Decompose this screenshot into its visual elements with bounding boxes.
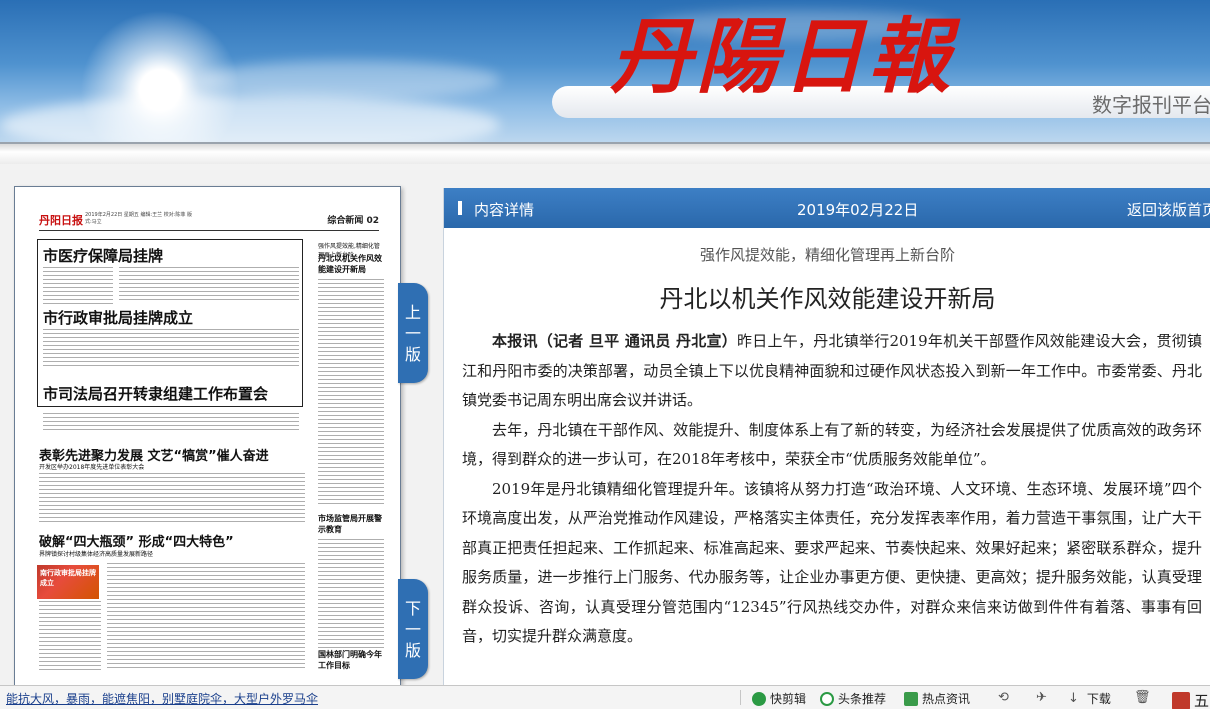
article-link-market[interactable]: 市场监管局开展警示教育 <box>318 513 384 535</box>
headline-icon <box>820 691 834 706</box>
article-subtitle: 强作风提效能，精细化管理再上新台阶 <box>699 246 955 264</box>
article-subhead: 界牌镇探讨村级集体经济高质量发展新路径 <box>39 551 154 558</box>
text-lines <box>107 563 305 671</box>
article-link-medical[interactable]: 市医疗保障局挂牌 <box>43 245 163 266</box>
text-lines <box>318 539 384 649</box>
tool-label: 下载 <box>1086 692 1111 706</box>
tool-label: 热点资讯 <box>922 692 971 706</box>
quick-edit-button[interactable]: 快剪辑 <box>752 690 806 707</box>
article-paragraph: 去年，丹北镇在干部作风、效能提升、制度体系上有了新的转变，为经济社会发展提供了优… <box>462 420 1202 469</box>
news-photo[interactable]: 南行政审批局挂牌成立 <box>37 565 99 599</box>
next-page-tab[interactable]: 下 一 版 <box>398 579 428 679</box>
article-body: 本报讯（记者 旦平 通讯员 丹北宣）昨日上午，丹北镇举行2019年机关干部暨作风… <box>462 327 1202 652</box>
tool-button[interactable]: 五 <box>1172 690 1209 709</box>
cloud-graphic <box>200 60 500 100</box>
paper-masthead: 丹阳日报 2019年2月22日 星期五 编辑:王兰 校对:陈菲 版式:马立 综合… <box>39 211 379 231</box>
article-paragraph: 2019年是丹北镇精细化管理提升年。该镇将从努力打造“政治环境、人文环境、生态环… <box>462 479 1202 646</box>
article-link-justice[interactable]: 市司法局召开转隶组建工作布置会 <box>43 383 268 404</box>
paper-section: 综合新闻 02 <box>327 216 379 226</box>
tool-label: 头条推荐 <box>838 692 887 706</box>
tab-char: 上 <box>404 302 421 322</box>
bar-marker <box>458 201 462 215</box>
app-icon <box>1172 691 1190 709</box>
article-paragraph: 本报讯（记者 旦平 通讯员 丹北宣）昨日上午，丹北镇举行2019年机关干部暨作风… <box>462 327 1202 416</box>
cloud-graphic <box>0 95 500 142</box>
download-button[interactable]: ↓ 下载 <box>1068 690 1111 707</box>
issue-date: 2019年02月22日 <box>797 201 919 219</box>
article-title: 丹北以机关作风效能建设开新局 <box>659 285 996 313</box>
paper-logo: 丹阳日报 <box>39 214 83 227</box>
article-link-forestry[interactable]: 国林部门明确今年工作目标 <box>318 649 384 671</box>
paper-date-line: 2019年2月22日 星期五 编辑:王兰 校对:陈菲 版式:马立 <box>85 212 192 225</box>
text-lines <box>39 601 101 671</box>
platform-label: 数字报刊平台 <box>1092 93 1210 117</box>
text-lines <box>39 473 305 523</box>
tab-char: 版 <box>404 344 421 364</box>
tab-char: 一 <box>404 323 421 343</box>
article-subhead: 开发区举办2018年度先进单位表彰大会 <box>39 464 145 471</box>
headline-button[interactable]: 头条推荐 <box>820 690 886 707</box>
download-icon: ↓ <box>1068 691 1079 706</box>
back-to-page-link[interactable]: 返回该版首页 <box>1127 199 1210 220</box>
prev-page-tab[interactable]: 上 一 版 <box>398 283 428 383</box>
site-header: 丹陽日報 数字报刊平台 <box>0 0 1210 142</box>
tool-button[interactable]: ⟲ <box>998 690 1009 705</box>
play-icon <box>752 691 766 706</box>
news-icon <box>904 691 918 706</box>
article-link-danbei[interactable]: 丹北以机关作风效能建设开新局 <box>318 253 384 275</box>
text-lines <box>43 329 299 369</box>
panel-title: 内容详情 <box>474 201 535 219</box>
text-lines <box>119 267 299 303</box>
article-link-approval[interactable]: 市行政审批局挂牌成立 <box>43 307 193 328</box>
photo-caption: 南行政审批局挂牌成立 <box>40 569 96 587</box>
tab-char: 下 <box>404 598 421 618</box>
text-lines <box>43 267 113 307</box>
trash-icon: 🗑 <box>1134 690 1151 705</box>
text-lines <box>318 279 384 505</box>
pin-icon: ✈ <box>1036 690 1047 705</box>
paper-side-column: 强作风提效能,精细化管理再上新台阶 丹北以机关作风效能建设开新局 市场监管局开展… <box>318 235 384 670</box>
tab-char: 一 <box>404 619 421 639</box>
article-lead: 本报讯（记者 旦平 通讯员 丹北宣） <box>492 332 738 350</box>
tool-label: 五 <box>1194 692 1210 709</box>
hot-news-button[interactable]: 热点资讯 <box>904 690 970 707</box>
tool-label: 快剪辑 <box>770 692 807 706</box>
tab-char: 版 <box>404 640 421 660</box>
text-lines <box>43 413 299 433</box>
site-logo[interactable]: 丹陽日報 <box>610 16 954 98</box>
tool-button[interactable]: 🗑 <box>1134 690 1151 705</box>
share-icon: ⟲ <box>998 690 1009 705</box>
newspaper-page-thumbnail[interactable]: 丹阳日报 2019年2月22日 星期五 编辑:王兰 校对:陈菲 版式:马立 综合… <box>14 186 401 686</box>
article-link-bottleneck[interactable]: 破解“四大瓶颈” 形成“四大特色” <box>39 531 234 550</box>
header-divider <box>0 142 1210 164</box>
ad-ticker-link[interactable]: 能抗大风，暴雨，能遮焦阳，别墅庭院伞，大型户外罗马伞 <box>6 690 318 707</box>
panel-title-bar: 内容详情 2019年02月22日 返回该版首页 <box>444 188 1210 228</box>
divider <box>740 690 741 705</box>
browser-status-bar: 能抗大风，暴雨，能遮焦阳，别墅庭院伞，大型户外罗马伞 快剪辑 头条推荐 热点资讯… <box>0 685 1210 709</box>
tool-button[interactable]: ✈ <box>1036 690 1047 705</box>
article-detail-panel: 内容详情 2019年02月22日 返回该版首页 强作风提效能，精细化管理再上新台… <box>443 188 1210 685</box>
